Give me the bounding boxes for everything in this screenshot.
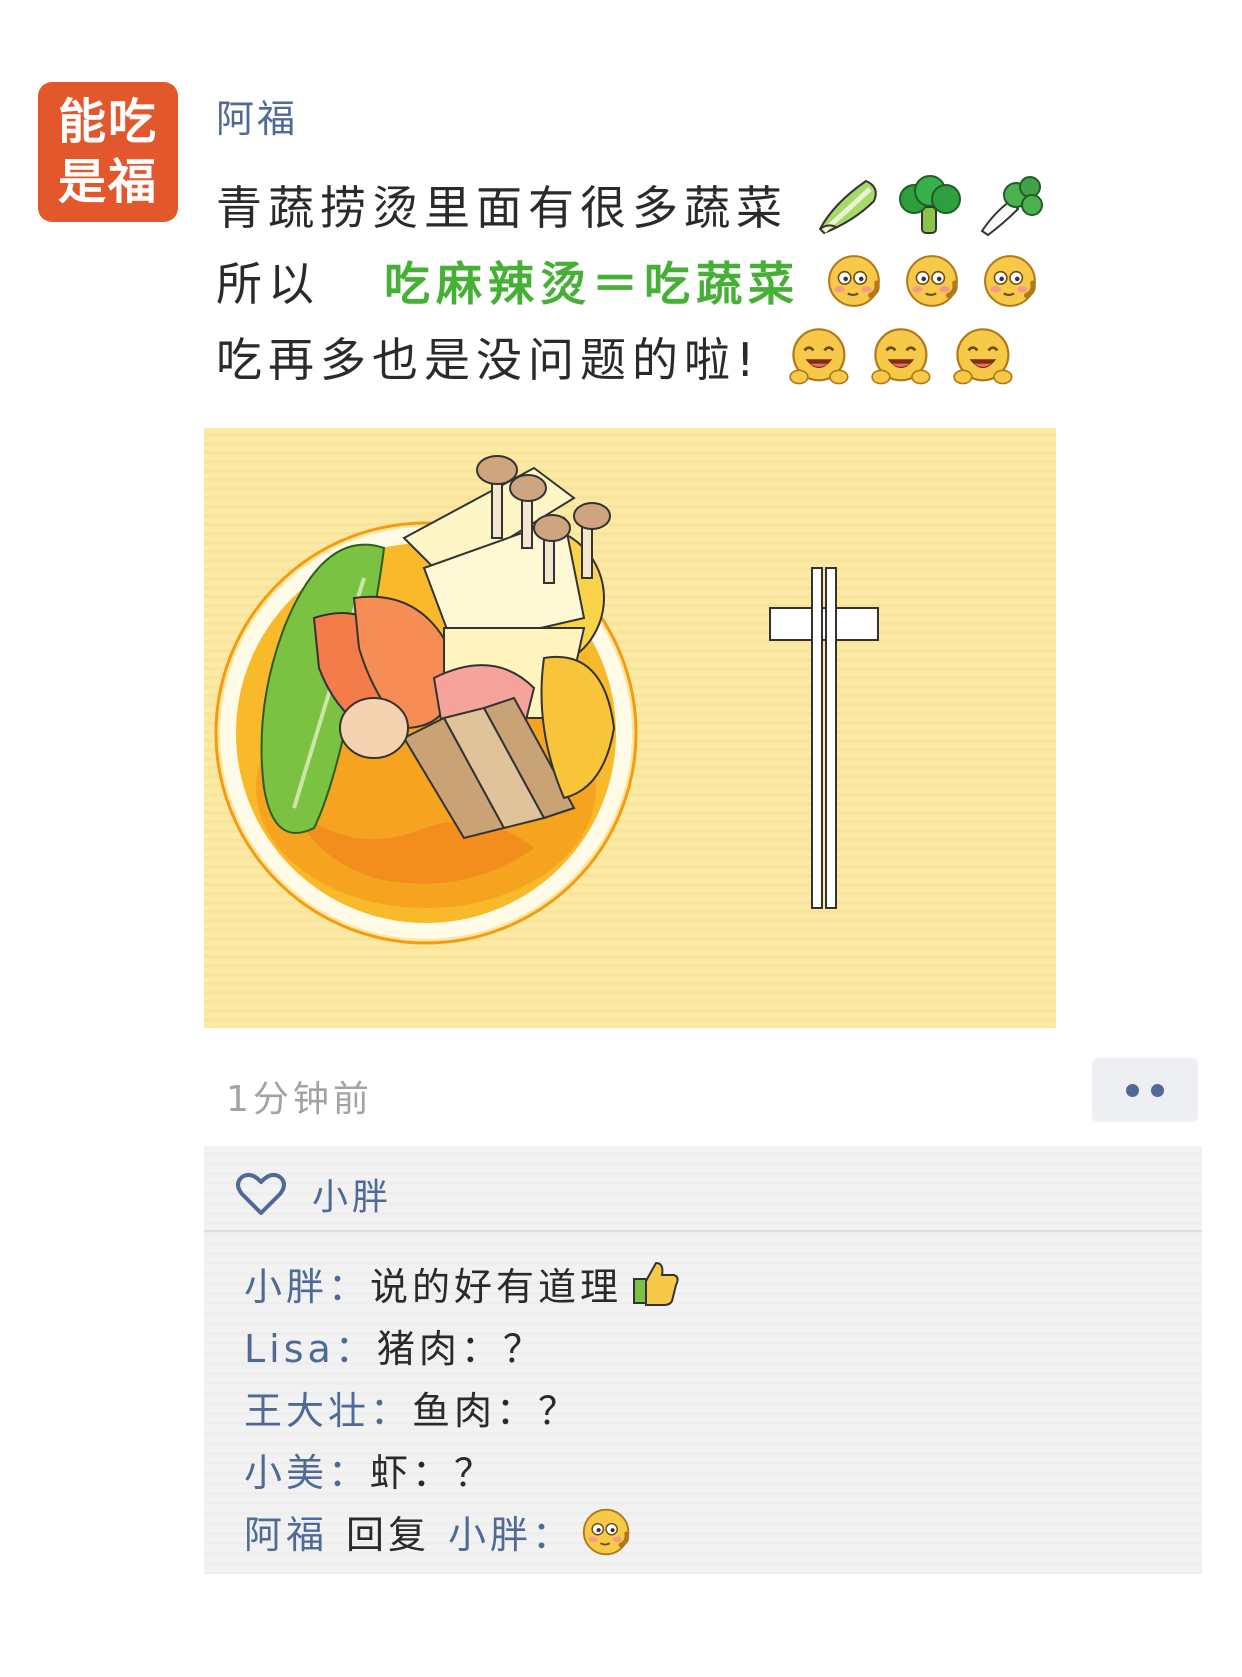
more-actions-button[interactable] [1092,1058,1198,1122]
laughing-emoji-icon [871,327,932,385]
laughing-emoji-icon [789,327,850,385]
bok-choy-icon [980,176,1043,237]
reply-word: 回复 [346,1513,431,1557]
post-line2-highlight: 吃麻辣烫＝吃蔬菜 [384,257,800,311]
post-text-line2: 所以 吃麻辣烫＝吃蔬菜 [216,248,1042,314]
post-line3-text: 吃再多也是没问题的啦! [216,333,761,387]
comment-author[interactable]: Lisa： [244,1318,377,1373]
cabbage-icon [818,179,877,235]
post-text-line1: 青蔬捞烫里面有很多蔬菜 [216,172,1046,238]
comment-author[interactable]: 王大壮： [244,1380,412,1435]
avatar-text-line1: 能吃 [57,94,158,150]
comment-author[interactable]: 阿福 [244,1504,328,1559]
more-dot-icon [1151,1083,1164,1097]
comment-item[interactable]: 阿福 回复 小胖： [244,1504,634,1559]
divider [204,1230,1202,1232]
comment-text: 猪肉：？ [376,1327,545,1371]
reply-target[interactable]: 小胖： [448,1504,574,1559]
comment-item[interactable]: Lisa： 猪肉：？ [244,1318,545,1373]
comment-author[interactable]: 小美： [244,1442,370,1497]
heart-icon [236,1172,286,1215]
comment-item[interactable]: 小胖： 说的好有道理 [244,1256,680,1311]
thumbs-up-icon [633,1261,679,1306]
smirk-emoji-icon [824,252,886,310]
broccoli-icon [899,175,961,234]
comment-text: 虾：？ [370,1451,497,1495]
post-image[interactable] [204,428,1056,1028]
laughing-emoji-icon [953,327,1014,385]
comment-item[interactable]: 小美： 虾：？ [244,1442,496,1497]
post-line1-text: 青蔬捞烫里面有很多蔬菜 [216,181,788,235]
post-line2-prefix: 所以 [216,257,320,311]
avatar[interactable]: 能吃 是福 [38,82,178,222]
liker-name[interactable]: 小胖 [312,1168,392,1220]
comment-author[interactable]: 小胖： [244,1256,370,1311]
smirk-emoji-icon [902,252,964,310]
post-timestamp: 1分钟前 [226,1079,373,1120]
comment-section: 小胖 小胖： 说的好有道理 Lisa： 猪肉：？ 王大壮： 鱼肉：？ 小美： 虾… [204,1146,1202,1574]
post-text-line3: 吃再多也是没问题的啦! [216,324,1020,390]
author-name[interactable]: 阿福 [216,88,298,143]
hotpot-bowl-illustration [214,455,879,945]
likes-row: 小胖 [236,1166,392,1222]
comment-text: 说的好有道理 [370,1265,623,1309]
comment-text: 鱼肉：？ [412,1389,581,1433]
more-dot-icon [1126,1083,1139,1097]
comment-item[interactable]: 王大壮： 鱼肉：？ [244,1380,580,1435]
smirk-emoji-icon [980,252,1042,310]
avatar-text-line2: 是福 [57,154,158,210]
smirk-emoji-icon [580,1506,634,1558]
